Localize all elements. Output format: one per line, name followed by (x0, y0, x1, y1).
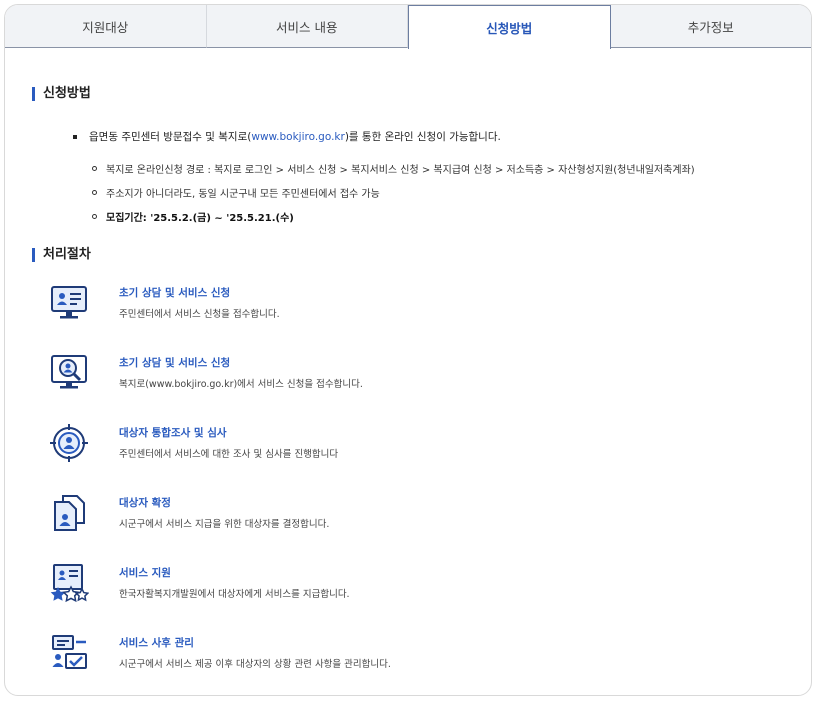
tab-service-content[interactable]: 서비스 내용 (206, 5, 408, 48)
step-title: 대상자 통합조사 및 심사 (119, 427, 227, 439)
method-section-title: 신청방법 (32, 87, 91, 101)
list-item: 주소지가 아니더라도, 동일 시군구내 모든 주민센터에서 접수 가능 (92, 180, 695, 204)
user-checklist-icon (49, 633, 89, 673)
monitor-profile-icon (49, 283, 89, 323)
step-description: 복지로(www.bokjiro.go.kr)에서 서비스 신청을 접수합니다. (119, 379, 363, 390)
step-title: 초기 상담 및 서비스 신청 (119, 357, 231, 369)
method-main-bullet: 읍면동 주민센터 방문접수 및 복지로(www.bokjiro.go.kr)를 … (73, 129, 501, 144)
procedure-step: 서비스 지원 한국자활복지개발원에서 대상자에게 서비스를 지급합니다. (49, 563, 749, 611)
target-user-icon (49, 423, 89, 463)
procedure-section-title: 처리절차 (32, 248, 91, 262)
step-title: 대상자 확정 (119, 497, 171, 509)
certificate-stars-icon (49, 563, 89, 603)
tab-application-method[interactable]: 신청방법 (408, 5, 611, 49)
method-detail-list: 복지로 온라인신청 경로 : 복지로 로그인 > 서비스 신청 > 복지서비스 … (92, 156, 695, 228)
circle-bullet-icon (92, 213, 97, 219)
step-description: 시군구에서 서비스 제공 이후 대상자의 상황 관련 사항을 관리합니다. (119, 659, 391, 670)
application-method-panel: 지원대상 서비스 내용 신청방법 추가정보 신청방법 읍면동 주민센터 방문접수… (4, 4, 812, 696)
procedure-step: 대상자 통합조사 및 심사 주민센터에서 서비스에 대한 조사 및 심사를 진행… (49, 423, 749, 471)
bokjiro-link[interactable]: www.bokjiro.go.kr (251, 131, 344, 143)
circle-bullet-icon (92, 189, 97, 195)
step-title: 서비스 지원 (119, 567, 171, 579)
tab-additional-info[interactable]: 추가정보 (610, 5, 811, 48)
step-title: 초기 상담 및 서비스 신청 (119, 287, 231, 299)
list-item: 모집기간: '25.5.2.(금) ~ '25.5.21.(수) (92, 204, 695, 228)
method-main-text: 읍면동 주민센터 방문접수 및 복지로(www.bokjiro.go.kr)를 … (89, 131, 501, 143)
procedure-step: 초기 상담 및 서비스 신청 주민센터에서 서비스 신청을 접수합니다. (49, 283, 749, 331)
monitor-search-user-icon (49, 353, 89, 393)
step-description: 주민센터에서 서비스에 대한 조사 및 심사를 진행합니다 (119, 449, 339, 460)
procedure-step: 초기 상담 및 서비스 신청 복지로(www.bokjiro.go.kr)에서 … (49, 353, 749, 401)
step-description: 주민센터에서 서비스 신청을 접수합니다. (119, 309, 280, 320)
documents-user-icon (49, 493, 89, 533)
procedure-step: 서비스 사후 관리 시군구에서 서비스 제공 이후 대상자의 상황 관련 사항을… (49, 633, 749, 681)
step-title: 서비스 사후 관리 (119, 637, 194, 649)
tab-eligibility[interactable]: 지원대상 (5, 5, 207, 48)
step-description: 시군구에서 서비스 지급을 위한 대상자를 결정합니다. (119, 519, 330, 530)
square-bullet-icon (73, 134, 77, 139)
procedure-step: 대상자 확정 시군구에서 서비스 지급을 위한 대상자를 결정합니다. (49, 493, 749, 541)
list-item: 복지로 온라인신청 경로 : 복지로 로그인 > 서비스 신청 > 복지서비스 … (92, 156, 695, 180)
step-description: 한국자활복지개발원에서 대상자에게 서비스를 지급합니다. (119, 589, 350, 600)
circle-bullet-icon (92, 165, 97, 171)
tab-bar: 지원대상 서비스 내용 신청방법 추가정보 (5, 5, 811, 49)
